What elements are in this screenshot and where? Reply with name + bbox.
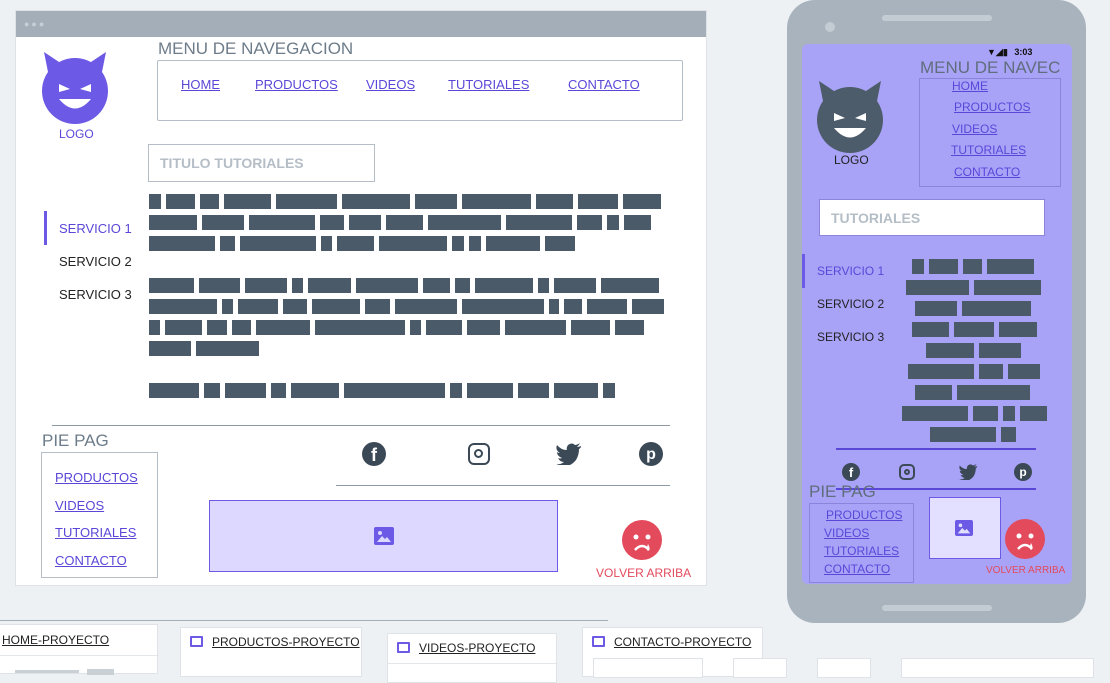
mobile-facebook-icon[interactable]: f (842, 463, 860, 481)
instagram-icon[interactable] (468, 443, 490, 465)
mobile-side-active-indicator (802, 254, 805, 288)
nav-item-contacto[interactable]: CONTACTO (568, 77, 640, 92)
mobile-pinterest-icon[interactable]: p (1014, 463, 1032, 481)
mobile-image-icon (955, 520, 973, 536)
presentation-icon (190, 636, 203, 647)
phone-camera (825, 22, 835, 32)
status-time: 3:03 (1014, 47, 1033, 57)
social-divider (336, 485, 670, 486)
mobile-phone-frame: ▼◢▮ 3:03 LOGO MENU DE NAVEC HOME PRODUCT… (787, 0, 1086, 623)
mobile-image-placeholder (929, 497, 1001, 559)
status-bar: ▼◢▮ 3:03 (987, 47, 1032, 58)
mobile-twitter-icon[interactable] (959, 464, 978, 485)
nav-item-videos[interactable]: VIDEOS (366, 77, 415, 92)
side-active-indicator (44, 211, 47, 245)
tab-home-proyecto[interactable]: HOME-PROYECTO (0, 624, 159, 675)
section-title-field[interactable]: TITULO TUTORIALES (148, 144, 375, 182)
tab-thumb-2 (87, 669, 114, 675)
section-title-placeholder: TITULO TUTORIALES (160, 155, 304, 171)
toolbar-box-3[interactable] (817, 658, 871, 678)
mobile-screen: ▼◢▮ 3:03 LOGO MENU DE NAVEC HOME PRODUCT… (802, 44, 1072, 584)
mobile-footer-divider (836, 448, 1036, 450)
nav-title: MENU DE NAVEGACION (158, 39, 354, 58)
image-placeholder (209, 500, 558, 572)
twitter-icon[interactable] (556, 443, 582, 470)
mobile-logo-label: LOGO (834, 153, 869, 167)
sad-face-icon[interactable] (622, 520, 662, 560)
tab-videos-proyecto-label: VIDEOS-PROYECTO (419, 641, 536, 655)
presentation-icon (397, 642, 410, 653)
mobile-side-item-servicio-1[interactable]: SERVICIO 1 (817, 264, 884, 278)
logo-label: LOGO (59, 127, 94, 141)
logo-devil-icon[interactable] (42, 52, 108, 124)
window-titlebar: ●●● (16, 11, 706, 37)
mobile-nav-home[interactable]: HOME (952, 79, 988, 93)
mobile-footer-link-videos[interactable]: VIDEOS (824, 526, 869, 540)
side-item-servicio-2[interactable]: SERVICIO 2 (59, 254, 132, 269)
tab-productos-proyecto-label: PRODUCTOS-PROYECTO (212, 635, 360, 649)
presentation-icon (592, 636, 605, 647)
mobile-side-item-servicio-2[interactable]: SERVICIO 2 (817, 297, 884, 311)
tab-home-proyecto-label: HOME-PROYECTO (2, 633, 110, 647)
tab-videos-proyecto[interactable]: VIDEOS-PROYECTO (387, 633, 558, 683)
tab-productos-proyecto[interactable]: PRODUCTOS-PROYECTO (180, 627, 362, 677)
mobile-nav-tutoriales[interactable]: TUTORIALES (951, 143, 1026, 157)
mobile-instagram-icon[interactable] (899, 464, 915, 480)
mobile-back-to-top-label[interactable]: VOLVER ARRIBA (986, 565, 1065, 576)
mobile-section-title-placeholder: TUTORIALES (831, 210, 921, 226)
signal-icon: ▼◢▮ (987, 47, 1008, 57)
footer-link-tutoriales[interactable]: TUTORIALES (55, 525, 136, 540)
footer-divider (52, 425, 670, 426)
nav-item-tutoriales[interactable]: TUTORIALES (448, 77, 529, 92)
tab-divider (388, 663, 558, 664)
mobile-logo-devil-icon[interactable] (817, 81, 883, 153)
footer-title: PIE PAG (42, 431, 109, 450)
mobile-side-item-servicio-3[interactable]: SERVICIO 3 (817, 330, 884, 344)
side-item-servicio-3[interactable]: SERVICIO 3 (59, 287, 132, 302)
mobile-nav-videos[interactable]: VIDEOS (952, 122, 997, 136)
nav-item-productos[interactable]: PRODUCTOS (255, 77, 338, 92)
mobile-footer-link-contacto[interactable]: CONTACTO (824, 562, 890, 576)
toolbar-box-2[interactable] (733, 658, 787, 678)
desktop-wireframe: ●●● LOGO MENU DE NAVEGACION HOME PRODUCT… (16, 11, 706, 585)
mobile-footer-link-tutoriales[interactable]: TUTORIALES (824, 544, 899, 558)
mobile-nav-contacto[interactable]: CONTACTO (954, 165, 1020, 179)
tab-divider (0, 655, 159, 656)
pinterest-icon[interactable]: p (639, 442, 663, 466)
side-item-servicio-1[interactable]: SERVICIO 1 (59, 221, 132, 236)
footer-link-videos[interactable]: VIDEOS (55, 498, 104, 513)
mobile-footer-link-productos[interactable]: PRODUCTOS (826, 508, 902, 522)
toolbar-box-4[interactable] (901, 658, 1094, 678)
image-icon (374, 527, 394, 545)
tab-contacto-proyecto-label: CONTACTO-PROYECTO (614, 635, 752, 649)
footer-link-contacto[interactable]: CONTACTO (55, 553, 127, 568)
mobile-section-title-field[interactable]: TUTORIALES (819, 199, 1045, 236)
mobile-footer-title: PIE PAG (809, 482, 876, 501)
mobile-nav-title: MENU DE NAVEC (920, 58, 1061, 77)
mobile-nav-productos[interactable]: PRODUCTOS (954, 100, 1030, 114)
phone-home-bar (882, 605, 992, 611)
mobile-sad-face-icon[interactable] (1005, 519, 1045, 559)
toolbar-box-1[interactable] (593, 658, 703, 678)
nav-item-home[interactable]: HOME (181, 77, 220, 92)
window-dots: ●●● (24, 19, 47, 29)
facebook-icon[interactable]: f (362, 442, 386, 466)
footer-link-productos[interactable]: PRODUCTOS (55, 470, 138, 485)
back-to-top-label[interactable]: VOLVER ARRIBA (596, 566, 691, 580)
bottom-separator (0, 620, 608, 621)
phone-speaker (882, 15, 992, 21)
